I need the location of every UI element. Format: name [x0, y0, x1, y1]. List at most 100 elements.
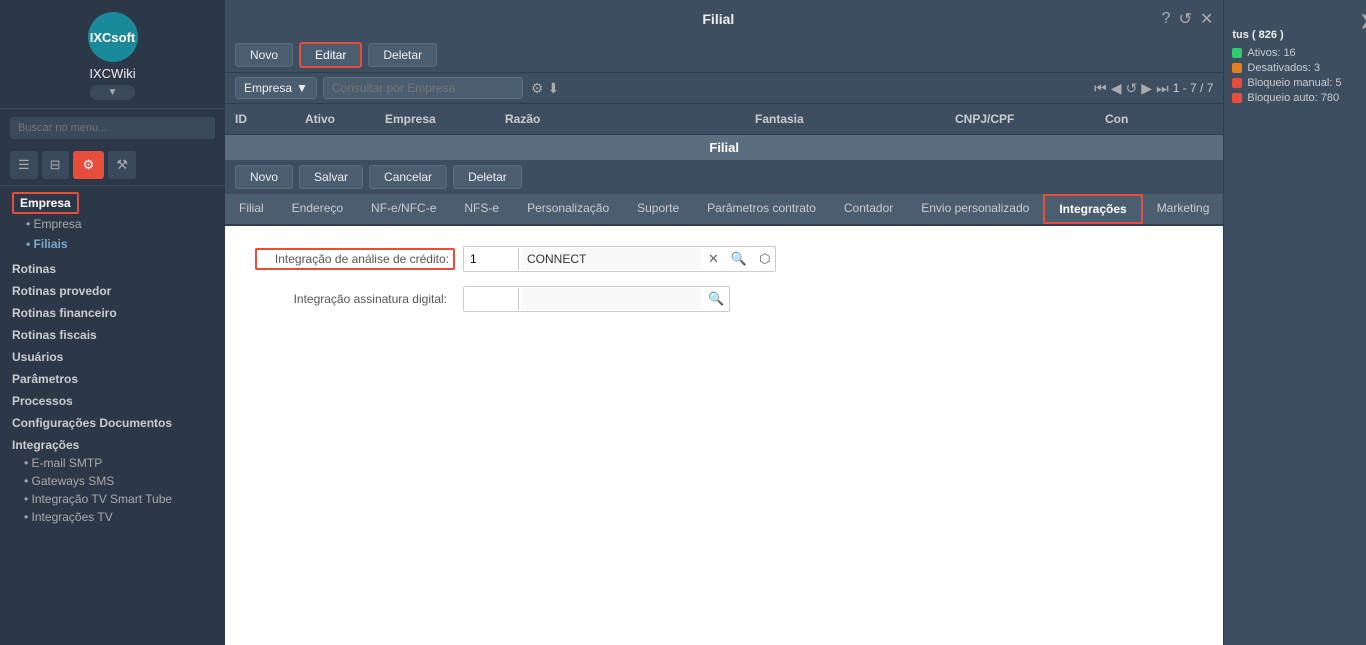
- refresh-page-btn[interactable]: ↺: [1126, 80, 1138, 97]
- sidebar-item-gateways-sms[interactable]: Gateways SMS: [4, 472, 225, 490]
- status-desativados: Desativados: 3: [1232, 62, 1366, 74]
- table-header: ID Ativo Empresa Razão Fantasia CNPJ/CPF…: [225, 104, 1223, 135]
- col-empresa: Empresa: [375, 108, 495, 130]
- search-input[interactable]: [10, 117, 215, 139]
- tab-envio-personalizado[interactable]: Envio personalizado: [907, 195, 1043, 223]
- sidebar-item-filiais[interactable]: Filiais: [12, 234, 213, 254]
- sidebar-item-rotinas-provedor[interactable]: Rotinas provedor: [0, 278, 225, 300]
- sidebar-item-rotinas-fiscais[interactable]: Rotinas fiscais: [0, 322, 225, 344]
- filter-export-icon[interactable]: ⬇: [547, 80, 559, 97]
- integracao-credito-row: Integração de análise de crédito: ✕ 🔍 ⬡: [255, 246, 1193, 272]
- print-icon-btn[interactable]: ⊟: [42, 151, 69, 179]
- logo-icon: IXCsoft: [88, 12, 138, 62]
- gear-icon-btn[interactable]: ⚙: [73, 151, 105, 179]
- tab-nfs-e[interactable]: NFS-e: [450, 195, 513, 223]
- sidebar-item-empresa[interactable]: Empresa: [12, 214, 213, 234]
- editar-button[interactable]: Editar: [299, 42, 362, 68]
- sidebar-item-rotinas-financeiro[interactable]: Rotinas financeiro: [0, 300, 225, 322]
- sidebar-item-config-docs[interactable]: Configurações Documentos: [0, 410, 225, 432]
- tab-parametros-contrato[interactable]: Parâmetros contrato: [693, 195, 830, 223]
- sidebar-item-email-smtp[interactable]: E-mail SMTP: [4, 454, 225, 472]
- status-bloqueio-manual: Bloqueio manual: 5: [1232, 77, 1366, 89]
- tab-nfe-nfce[interactable]: NF-e/NFC-e: [357, 195, 450, 223]
- prev-page-btn[interactable]: ◀: [1111, 80, 1122, 97]
- deletar-button[interactable]: Deletar: [368, 43, 437, 67]
- sidebar-item-tv-smart-tube[interactable]: Integração TV Smart Tube: [4, 490, 225, 508]
- inner-novo-btn[interactable]: Novo: [235, 165, 293, 189]
- filterbar: Empresa ▼ ⚙ ⬇ ⏮ ◀ ↺ ▶ ⏭ 1 - 7 / 7: [225, 73, 1223, 104]
- refresh-btn[interactable]: ↺: [1179, 9, 1192, 29]
- col-ativo: Ativo: [295, 108, 375, 130]
- inner-modal: Filial Novo Salvar Cancelar Deletar Fili…: [225, 135, 1223, 645]
- sidebar-search-area: [0, 109, 225, 147]
- integracao-credito-label: Integração de análise de crédito:: [255, 248, 455, 270]
- integracao-credito-value-input[interactable]: [521, 248, 701, 270]
- tab-marketing[interactable]: Marketing: [1143, 195, 1224, 223]
- sidebar-item-usuarios[interactable]: Usuários: [0, 344, 225, 366]
- status-bloqueio-manual-label: Bloqueio manual: 5: [1247, 77, 1341, 89]
- topbar-title: Filial: [275, 11, 1162, 27]
- col-id: ID: [225, 108, 295, 130]
- integracoes-submenu: E-mail SMTP Gateways SMS Integração TV S…: [0, 454, 225, 526]
- status-desativados-label: Desativados: 3: [1247, 62, 1320, 74]
- col-fantasia: Fantasia: [745, 108, 945, 130]
- integracao-credito-clear-btn[interactable]: ✕: [703, 247, 724, 271]
- dropdown-arrow-icon: ▼: [296, 81, 308, 95]
- wrench-icon-btn[interactable]: ⚒: [108, 151, 136, 179]
- empresa-filter-dropdown[interactable]: Empresa ▼: [235, 77, 317, 99]
- integracao-credito-id-input[interactable]: [464, 248, 519, 270]
- sidebar-icon-bar: ☰ ⊟ ⚙ ⚒: [0, 147, 225, 186]
- list-icon-btn[interactable]: ☰: [10, 151, 38, 179]
- tab-filial[interactable]: Filial: [225, 195, 278, 223]
- right-panel-title: tus ( 826 ): [1232, 29, 1366, 41]
- collapse-right-btn[interactable]: ❯: [1360, 12, 1366, 29]
- sidebar-item-rotinas[interactable]: Rotinas: [0, 256, 225, 278]
- status-dot-bloqueio-manual: [1232, 78, 1242, 88]
- logo-dropdown-btn[interactable]: ▼: [90, 85, 136, 100]
- status-dot-ativos: [1232, 48, 1242, 58]
- last-page-btn[interactable]: ⏭: [1156, 80, 1169, 97]
- integracao-credito-open-btn[interactable]: ⬡: [754, 247, 775, 271]
- col-razao: Razão: [495, 108, 745, 130]
- logo-text: IXCWiki: [89, 66, 135, 81]
- integracao-assinatura-search-btn[interactable]: 🔍: [703, 287, 729, 311]
- topbar-actions: ? ↺ ✕: [1162, 9, 1214, 29]
- tab-suporte[interactable]: Suporte: [623, 195, 693, 223]
- main-area: Filial ? ↺ ✕ Novo Editar Deletar Empresa…: [225, 0, 1223, 645]
- integracao-assinatura-id-input[interactable]: [464, 288, 519, 310]
- first-page-btn[interactable]: ⏮: [1094, 80, 1107, 97]
- inner-cancelar-btn[interactable]: Cancelar: [369, 165, 447, 189]
- right-panel: ❯ tus ( 826 ) Ativos: 16 Desativados: 3 …: [1223, 0, 1366, 645]
- tab-integracoes[interactable]: Integrações: [1043, 194, 1142, 224]
- sidebar-logo: IXCsoft IXCWiki ▼: [0, 0, 225, 109]
- next-page-btn[interactable]: ▶: [1141, 80, 1152, 97]
- inner-salvar-btn[interactable]: Salvar: [299, 165, 363, 189]
- empresa-section-title[interactable]: Empresa: [12, 192, 79, 214]
- tab-endereco[interactable]: Endereço: [278, 195, 357, 223]
- integracao-assinatura-row: Integração assinatura digital: 🔍: [255, 286, 1193, 312]
- tab-contador[interactable]: Contador: [830, 195, 907, 223]
- novo-button[interactable]: Novo: [235, 43, 293, 67]
- status-bloqueio-auto: Bloqueio auto: 780: [1232, 92, 1366, 104]
- close-btn[interactable]: ✕: [1200, 9, 1213, 29]
- tab-personalizacao[interactable]: Personalização: [513, 195, 623, 223]
- status-bloqueio-auto-label: Bloqueio auto: 780: [1247, 92, 1339, 104]
- col-cnpj: CNPJ/CPF: [945, 108, 1095, 130]
- sidebar-item-integracoes-tv[interactable]: Integrações TV: [4, 508, 225, 526]
- main-toolbar: Novo Editar Deletar: [225, 38, 1223, 73]
- inner-modal-title: Filial: [225, 135, 1223, 160]
- empresa-filter-input[interactable]: [323, 77, 523, 99]
- help-btn[interactable]: ?: [1162, 10, 1171, 28]
- pagination: ⏮ ◀ ↺ ▶ ⏭ 1 - 7 / 7: [1094, 80, 1213, 97]
- tab-content: Integração de análise de crédito: ✕ 🔍 ⬡ …: [225, 226, 1223, 645]
- sidebar: IXCsoft IXCWiki ▼ ☰ ⊟ ⚙ ⚒ Empresa Empres…: [0, 0, 225, 645]
- sidebar-item-processos[interactable]: Processos: [0, 388, 225, 410]
- status-ativos: Ativos: 16: [1232, 47, 1366, 59]
- sidebar-item-parametros[interactable]: Parâmetros: [0, 366, 225, 388]
- integracao-assinatura-value-input[interactable]: [521, 288, 701, 310]
- filter-settings-icon[interactable]: ⚙: [531, 80, 544, 97]
- sidebar-item-integracoes[interactable]: Integrações: [0, 432, 225, 454]
- integracao-assinatura-field-group: 🔍: [463, 286, 730, 312]
- integracao-credito-search-btn[interactable]: 🔍: [726, 247, 752, 271]
- inner-deletar-btn[interactable]: Deletar: [453, 165, 522, 189]
